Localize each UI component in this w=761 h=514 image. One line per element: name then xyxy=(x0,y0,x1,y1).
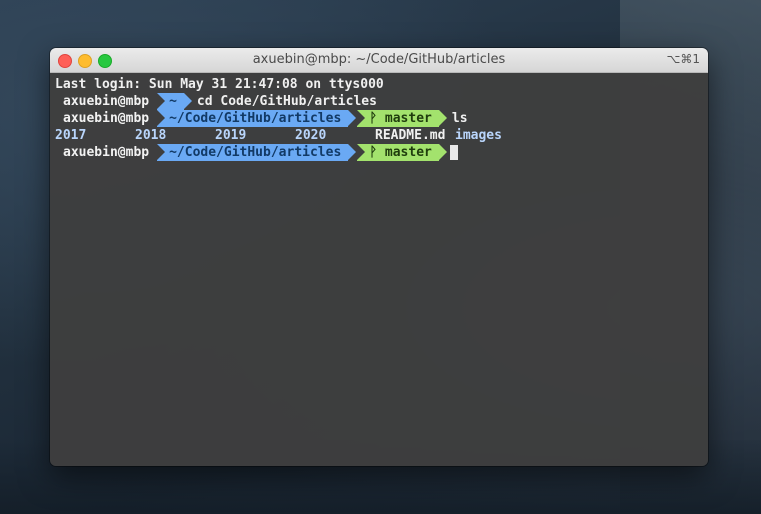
prompt-line-1: axuebin@mbp ~ cd Code/GitHub/articles xyxy=(55,93,703,110)
terminal-content[interactable]: Last login: Sun May 31 21:47:08 on ttys0… xyxy=(50,73,708,466)
ls-entry-directory: 2020 xyxy=(295,128,327,143)
ls-entry-directory: 2017 xyxy=(55,128,87,143)
title-bar[interactable]: axuebin@mbp: ~/Code/GitHub/articles ⌥⌘1 xyxy=(50,48,708,73)
prompt-user: axuebin@mbp xyxy=(63,145,150,160)
ls-entry-directory: images xyxy=(455,128,502,143)
prompt-line-3: axuebin@mbp ~/Code/GitHub/articles ᚹ mas… xyxy=(55,144,703,161)
last-login-line: Last login: Sun May 31 21:47:08 on ttys0… xyxy=(55,77,384,92)
ls-output-line: 2017 2018 2019 2020 README.md images xyxy=(55,127,703,144)
window-title: axuebin@mbp: ~/Code/GitHub/articles xyxy=(252,52,506,67)
prompt-dir-segment: ~/Code/GitHub/articles xyxy=(157,144,357,161)
text-cursor xyxy=(449,145,458,160)
prompt-user: axuebin@mbp xyxy=(63,111,150,126)
terminal-window[interactable]: axuebin@mbp: ~/Code/GitHub/articles ⌥⌘1 … xyxy=(50,48,708,466)
prompt-dir-segment: ~ xyxy=(157,93,192,110)
window-shortcut: ⌥⌘1 xyxy=(666,52,700,66)
prompt-dir-segment: ~/Code/GitHub/articles xyxy=(157,110,357,127)
ls-entry-directory: 2018 xyxy=(135,128,167,143)
ls-entry-file: README.md xyxy=(375,128,446,143)
prompt-user: axuebin@mbp xyxy=(63,94,150,109)
prompt-line-2: axuebin@mbp ~/Code/GitHub/articles ᚹ mas… xyxy=(55,110,703,127)
command-text: cd Code/GitHub/articles xyxy=(196,94,377,109)
command-text: ls xyxy=(451,111,468,126)
prompt-git-branch-segment: ᚹ master xyxy=(357,110,447,127)
prompt-git-branch-segment: ᚹ master xyxy=(357,144,447,161)
ls-entry-directory: 2019 xyxy=(215,128,247,143)
